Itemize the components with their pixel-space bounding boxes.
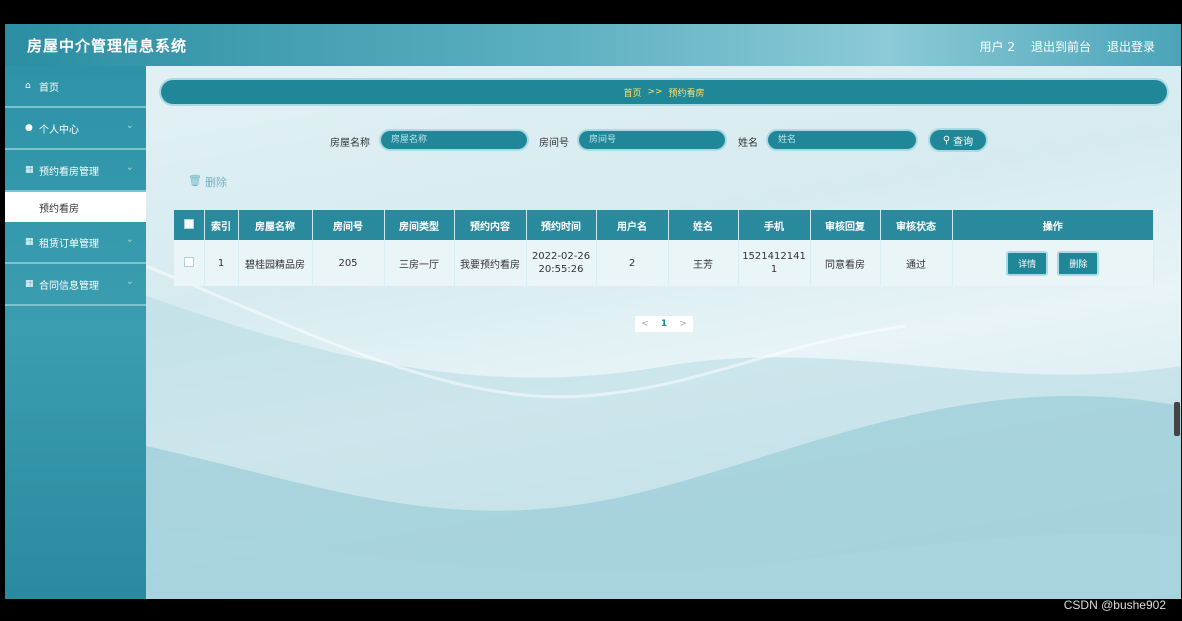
home-icon: ⌂ — [25, 81, 31, 91]
grid-icon: ▦ — [25, 237, 34, 247]
prev-page-button[interactable]: < — [641, 319, 649, 329]
breadcrumb-home[interactable]: 首页 — [623, 86, 641, 99]
row-select-cell — [174, 240, 205, 286]
sidebar-item-label: 预约看房管理 — [39, 166, 99, 178]
sidebar-item-viewing-management[interactable]: ▦ 预约看房管理 ⌄ — [5, 150, 146, 192]
sidebar-item-profile[interactable]: ● 个人中心 ⌄ — [5, 108, 146, 150]
trash-icon: 🗑 — [188, 174, 202, 187]
cell-username: 2 — [596, 240, 669, 286]
col-header: 用户名 — [596, 210, 669, 240]
cell-room-no: 205 — [312, 240, 385, 286]
chevron-down-icon: ⌄ — [125, 276, 134, 287]
col-header: 预约时间 — [526, 210, 597, 240]
delete-button[interactable]: 删除 — [1057, 250, 1100, 276]
app-window: 房屋中介管理信息系统 用户 2 退出到前台 退出登录 ⌂ 首页 ● 个人中心 ⌄… — [5, 24, 1181, 599]
logout-link[interactable]: 退出登录 — [1107, 38, 1155, 55]
cell-house-name: 碧桂园精品房 — [238, 240, 313, 286]
cell-review-status: 通过 — [880, 240, 953, 286]
table-header-row: 索引 房屋名称 房间号 房间类型 预约内容 预约时间 用户名 姓名 手机 审核回… — [174, 210, 1154, 240]
col-header: 索引 — [204, 210, 239, 240]
cell-actions: 详情 删除 — [952, 240, 1154, 286]
sidebar-item-rental-orders[interactable]: ▦ 租赁订单管理 ⌄ — [5, 222, 146, 264]
breadcrumb-current: 预约看房 — [668, 88, 705, 99]
col-header: 手机 — [738, 210, 811, 240]
cell-phone: 1521412141 1 — [738, 240, 811, 286]
cell-name: 王芳 — [668, 240, 739, 286]
sidebar-item-label: 个人中心 — [39, 124, 79, 136]
col-header: 操作 — [952, 210, 1154, 240]
page-scrollbar[interactable] — [1174, 402, 1180, 436]
cell-content: 我要预约看房 — [454, 240, 527, 286]
sidebar-item-label: 合同信息管理 — [39, 280, 99, 292]
col-header: 预约内容 — [454, 210, 527, 240]
col-header: 房屋名称 — [238, 210, 313, 240]
query-button[interactable]: ⚲ 查询 — [928, 128, 988, 152]
user-icon: ● — [25, 123, 33, 133]
batch-delete-button[interactable]: 🗑 删除 — [188, 174, 227, 190]
cell-index: 1 — [204, 240, 239, 286]
select-all-cell — [174, 210, 205, 240]
col-header: 房间类型 — [384, 210, 455, 240]
sidebar: ⌂ 首页 ● 个人中心 ⌄ ▦ 预约看房管理 ⌄ 预约看房 ▦ 租赁订单管理 ⌄… — [5, 66, 146, 599]
cell-phone-line1: 1521412141 — [742, 251, 806, 262]
col-header: 审核状态 — [880, 210, 953, 240]
cell-time: 2022-02-26 20:55:26 — [526, 240, 597, 286]
col-header: 姓名 — [668, 210, 739, 240]
sidebar-item-label: 租赁订单管理 — [39, 238, 99, 250]
main-content: 首页 >> 预约看房 房屋名称 房屋名称 房间号 房间号 姓名 姓名 ⚲ 查询 … — [146, 66, 1181, 599]
breadcrumb: 首页 >> 预约看房 — [159, 78, 1169, 106]
current-page[interactable]: 1 — [661, 319, 667, 329]
name-input[interactable]: 姓名 — [766, 129, 918, 151]
sidebar-item-home[interactable]: ⌂ 首页 — [5, 66, 146, 108]
grid-icon: ▦ — [25, 279, 34, 289]
query-button-label: 查询 — [953, 136, 974, 148]
search-icon: ⚲ — [942, 134, 951, 146]
app-title: 房屋中介管理信息系统 — [27, 37, 188, 55]
next-page-button[interactable]: > — [679, 319, 687, 329]
cell-review-reply: 同意看房 — [810, 240, 881, 286]
col-header: 审核回复 — [810, 210, 881, 240]
cell-room-type: 三房一厅 — [384, 240, 455, 286]
watermark: CSDN @bushe902 — [1063, 598, 1166, 612]
current-user: 用户 2 — [979, 40, 1015, 54]
search-bar: 房屋名称 房屋名称 房间号 房间号 姓名 姓名 ⚲ 查询 — [146, 128, 1181, 152]
row-checkbox[interactable] — [183, 256, 194, 267]
house-name-label: 房屋名称 — [330, 138, 370, 149]
top-header: 房屋中介管理信息系统 用户 2 退出到前台 退出登录 — [5, 24, 1181, 66]
breadcrumb-separator: >> — [647, 87, 663, 97]
chevron-down-icon: ⌄ — [125, 234, 134, 245]
pagination: < 1 > — [635, 316, 693, 332]
col-header: 房间号 — [312, 210, 385, 240]
back-to-front-link[interactable]: 退出到前台 — [1031, 38, 1091, 55]
chevron-down-icon: ⌄ — [125, 162, 134, 173]
room-no-input[interactable]: 房间号 — [577, 129, 727, 151]
name-label: 姓名 — [738, 138, 758, 149]
room-no-label: 房间号 — [539, 138, 569, 149]
grid-icon: ▦ — [25, 165, 34, 175]
cell-phone-line2: 1 — [770, 264, 778, 275]
select-all-checkbox[interactable] — [183, 218, 194, 229]
detail-button[interactable]: 详情 — [1006, 250, 1049, 276]
sidebar-subitem-viewing[interactable]: 预约看房 — [5, 192, 146, 222]
chevron-down-icon: ⌄ — [125, 120, 134, 131]
cell-time-clock: 20:55:26 — [538, 264, 584, 275]
header-actions: 用户 2 退出到前台 退出登录 — [980, 38, 1155, 55]
table-row: 1 碧桂园精品房 205 三房一厅 我要预约看房 2022-02-26 20:5… — [174, 240, 1154, 286]
cell-time-date: 2022-02-26 — [531, 251, 591, 262]
batch-delete-label: 删除 — [204, 176, 227, 189]
viewing-table: 索引 房屋名称 房间号 房间类型 预约内容 预约时间 用户名 姓名 手机 审核回… — [174, 210, 1154, 286]
house-name-input[interactable]: 房屋名称 — [379, 129, 529, 151]
sidebar-item-label: 首页 — [39, 82, 59, 94]
sidebar-item-contracts[interactable]: ▦ 合同信息管理 ⌄ — [5, 264, 146, 306]
